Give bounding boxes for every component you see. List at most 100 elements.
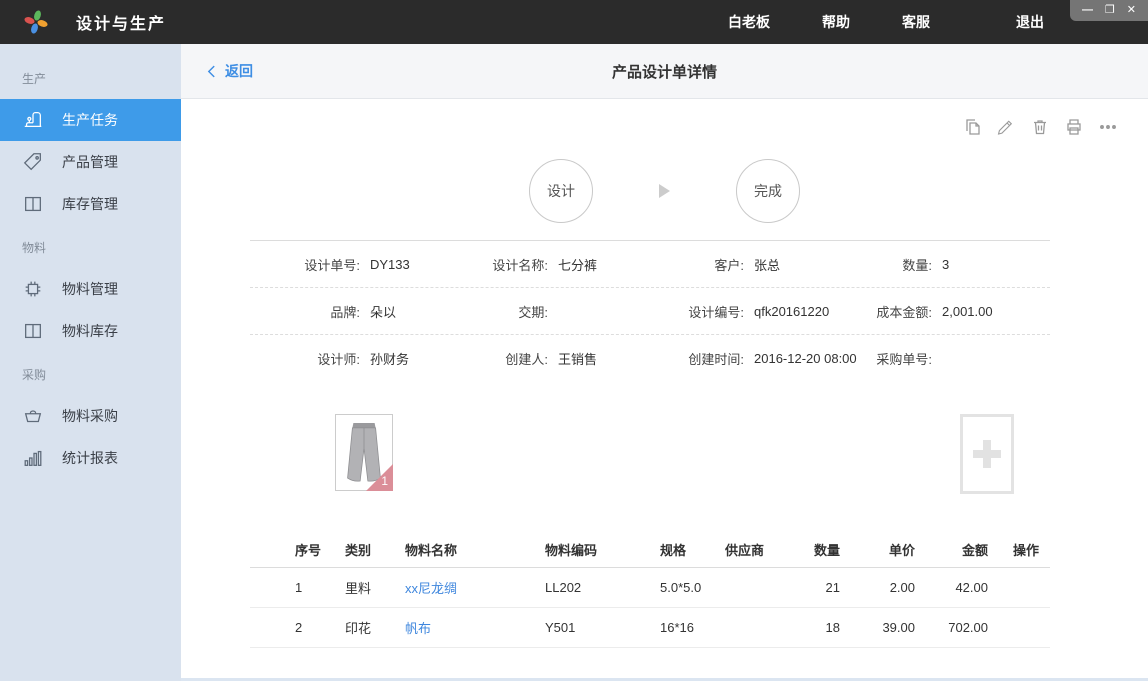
field-label: 设计师:: [250, 349, 360, 368]
book-icon: [22, 193, 44, 215]
material-name-link[interactable]: xx尼龙绸: [405, 578, 545, 597]
col-price: 单价: [840, 540, 915, 559]
design-order-details: 设计单号:DY133 设计名称:七分裤 客户:张总 数量:3 品牌:朵以 交期:…: [250, 241, 1050, 382]
field-label: 创建人:: [430, 349, 548, 368]
sidebar-item-material-management[interactable]: 物料管理: [0, 268, 181, 310]
topbar: 设计与生产 白老板 帮助 客服 退出 — ❐ ✕: [0, 0, 1148, 44]
product-images-section: 1: [250, 382, 1050, 532]
step-label: 设计: [547, 181, 575, 201]
maximize-icon[interactable]: ❐: [1105, 5, 1115, 16]
sidebar-item-label: 物料管理: [62, 279, 118, 299]
chevron-left-icon: [207, 64, 216, 79]
topbar-link-exit[interactable]: 退出: [990, 12, 1070, 32]
cell-price: 39.00: [840, 620, 915, 635]
material-name-link[interactable]: 帆布: [405, 618, 545, 637]
add-image-button[interactable]: [960, 414, 1014, 494]
details-row: 设计单号:DY133 设计名称:七分裤 客户:张总 数量:3: [250, 241, 1050, 288]
cell-seq: 1: [295, 580, 345, 595]
sidebar-item-statistics-report[interactable]: 统计报表: [0, 437, 181, 479]
sidebar-section-purchasing: 采购: [0, 352, 181, 395]
details-row: 设计师:孙财务 创建人:王销售 创建时间:2016-12-20 08:00 采购…: [250, 335, 1050, 382]
sidebar-item-label: 生产任务: [62, 110, 118, 130]
topbar-links: 白老板 帮助 客服 退出: [702, 12, 1070, 32]
back-label: 返回: [225, 61, 253, 81]
field-label: 设计单号:: [250, 255, 360, 274]
close-icon[interactable]: ✕: [1127, 5, 1136, 16]
print-icon[interactable]: [1064, 117, 1084, 137]
cell-price: 2.00: [840, 580, 915, 595]
field-label: 创建时间:: [642, 349, 744, 368]
sidebar-item-material-inventory[interactable]: 物料库存: [0, 310, 181, 352]
field-label: 设计名称:: [430, 255, 548, 274]
page-header: 返回 产品设计单详情: [181, 44, 1148, 99]
arrow-right-icon: [659, 184, 670, 198]
design-code: qfk20161220: [754, 304, 829, 319]
cell-code: Y501: [545, 620, 660, 635]
topbar-link-support[interactable]: 客服: [876, 12, 956, 32]
sidebar-item-label: 库存管理: [62, 194, 118, 214]
workflow-step-complete: 完成: [736, 159, 800, 223]
field-label: 成本金额:: [872, 302, 932, 321]
sewing-machine-icon: [22, 109, 44, 131]
cell-spec: 16*16: [660, 620, 725, 635]
minimize-icon[interactable]: —: [1082, 5, 1093, 16]
sidebar-item-label: 物料库存: [62, 321, 118, 341]
sidebar-item-product-management[interactable]: 产品管理: [0, 141, 181, 183]
col-supplier: 供应商: [725, 540, 770, 559]
col-material-code: 物料编码: [545, 540, 660, 559]
cell-qty: 18: [770, 620, 840, 635]
sidebar-item-production-tasks[interactable]: 生产任务: [0, 99, 181, 141]
sidebar-item-label: 产品管理: [62, 152, 118, 172]
col-amount: 金额: [915, 540, 988, 559]
table-row: 1 里料 xx尼龙绸 LL202 5.0*5.0 21 2.00 42.00: [250, 568, 1050, 608]
chip-icon: [22, 278, 44, 300]
create-time: 2016-12-20 08:00: [754, 351, 857, 366]
table-header-row: 序号 类别 物料名称 物料编码 规格 供应商 数量 单价 金额 操作: [250, 532, 1050, 568]
image-count: 1: [381, 474, 388, 488]
workflow-step-design: 设计: [529, 159, 593, 223]
col-category: 类别: [345, 540, 405, 559]
cell-qty: 21: [770, 580, 840, 595]
cell-seq: 2: [295, 620, 345, 635]
sidebar-item-label: 物料采购: [62, 406, 118, 426]
design-order-number: DY133: [370, 257, 410, 272]
back-button[interactable]: 返回: [207, 61, 253, 81]
book-icon: [22, 320, 44, 342]
quantity: 3: [942, 257, 949, 272]
cell-spec: 5.0*5.0: [660, 580, 725, 595]
field-label: 设计编号:: [642, 302, 744, 321]
page-title: 产品设计单详情: [612, 61, 717, 82]
app-window: 设计与生产 白老板 帮助 客服 退出 — ❐ ✕ 生产 生产任务: [0, 0, 1148, 681]
app-title: 设计与生产: [76, 10, 166, 34]
sidebar-item-material-purchase[interactable]: 物料采购: [0, 395, 181, 437]
sidebar-item-inventory-management[interactable]: 库存管理: [0, 183, 181, 225]
cell-category: 里料: [345, 578, 405, 597]
delete-icon[interactable]: [1030, 117, 1050, 137]
workflow-steps: 设计 完成: [181, 159, 1148, 223]
col-seq: 序号: [295, 540, 345, 559]
brand: 朵以: [370, 302, 396, 321]
product-image-thumbnail[interactable]: 1: [335, 414, 393, 491]
cell-amount: 702.00: [915, 620, 988, 635]
more-icon[interactable]: [1098, 117, 1118, 137]
field-label: 采购单号:: [872, 349, 932, 368]
field-label: 数量:: [872, 255, 932, 274]
col-spec: 规格: [660, 540, 725, 559]
table-row: 2 印花 帆布 Y501 16*16 18 39.00 702.00: [250, 608, 1050, 648]
creator: 王销售: [558, 349, 597, 368]
field-label: 品牌:: [250, 302, 360, 321]
customer: 张总: [754, 255, 780, 274]
basket-icon: [22, 405, 44, 427]
topbar-link-user[interactable]: 白老板: [702, 12, 796, 32]
col-material-name: 物料名称: [405, 540, 545, 559]
window-controls: — ❐ ✕: [1070, 0, 1148, 21]
topbar-link-help[interactable]: 帮助: [796, 12, 876, 32]
sidebar: 生产 生产任务 产品管理 库存管理 物料: [0, 44, 181, 681]
copy-icon[interactable]: [962, 117, 982, 137]
cost-amount: 2,001.00: [942, 304, 993, 319]
document-toolbar: [181, 117, 1118, 137]
edit-icon[interactable]: [996, 117, 1016, 137]
app-logo-pinwheel-icon: [22, 8, 50, 36]
field-label: 客户:: [642, 255, 744, 274]
bar-chart-icon: [22, 447, 44, 469]
